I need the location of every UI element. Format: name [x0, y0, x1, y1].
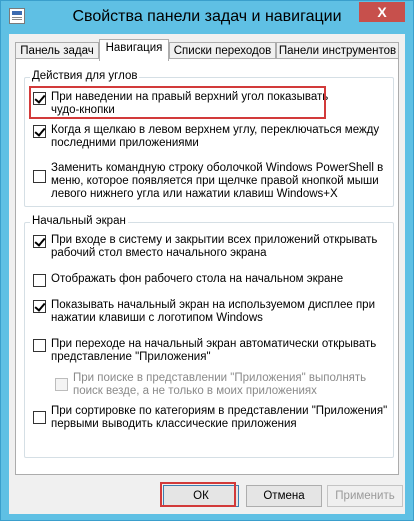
option-label: Отображать фон рабочего стола на начальн… — [51, 273, 344, 285]
checkbox-apps-view[interactable] — [33, 339, 46, 352]
checkbox-desktop-background[interactable] — [33, 274, 46, 287]
dialog-window: Свойства панели задач и навигации X Пане… — [0, 0, 414, 521]
checkbox-desktop-apps-first[interactable] — [33, 411, 46, 424]
group-label-corners: Действия для углов — [30, 70, 140, 82]
checkbox-desktop-on-signin[interactable] — [33, 235, 46, 248]
window-title: Свойства панели задач и навигации — [72, 8, 342, 25]
cancel-button[interactable]: Отмена — [246, 485, 322, 507]
checkbox-search-everywhere[interactable] — [55, 378, 68, 391]
group-label-start: Начальный экран — [30, 215, 128, 227]
option-label: Когда я щелкаю в левом верхнем углу, пер… — [51, 124, 380, 149]
checkbox-start-on-active-display[interactable] — [33, 300, 46, 313]
option-label: При сортировке по категориям в представл… — [51, 405, 388, 430]
checkbox-powershell[interactable] — [33, 170, 46, 183]
title-bar[interactable]: Свойства панели задач и навигации X — [1, 1, 413, 34]
option-label: Заменить командную строку оболочкой Wind… — [51, 162, 384, 200]
navigation-panel: Действия для углов При наведении на прав… — [15, 58, 399, 475]
option-label: При входе в систему и закрытии всех прил… — [51, 234, 378, 259]
start-screen-group: Начальный экран При входе в систему и за… — [24, 215, 394, 458]
option-label: Показывать начальный экран на используем… — [51, 299, 375, 324]
highlight-box-ok — [160, 482, 236, 507]
close-button[interactable]: X — [359, 2, 405, 22]
option-label: При переходе на начальный экран автомати… — [51, 338, 377, 363]
option-label: При поиске в представлении "Приложения" … — [73, 372, 367, 397]
checkbox-switch-recent-apps[interactable] — [33, 125, 46, 138]
highlight-box-charms — [29, 86, 326, 119]
tab-navigation[interactable]: Навигация — [99, 39, 169, 61]
apply-button[interactable]: Применить — [327, 485, 403, 507]
